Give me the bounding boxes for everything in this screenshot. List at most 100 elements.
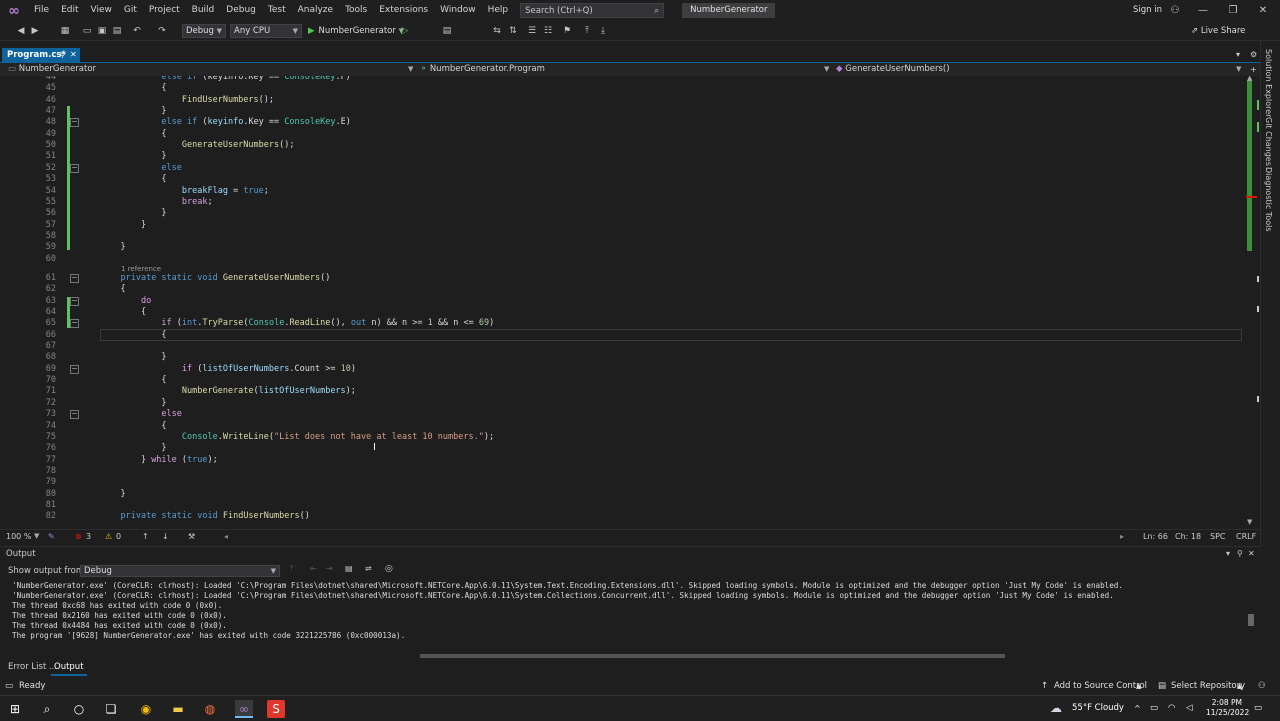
code-line[interactable]: private static void GenerateUserNumbers(… — [100, 273, 330, 283]
tab-output[interactable]: Output — [51, 660, 87, 676]
code-line[interactable]: } — [100, 208, 166, 218]
weather-text[interactable]: 55°F Cloudy — [1072, 696, 1124, 721]
code-line[interactable]: NumberGenerate(listOfUserNumbers); — [100, 386, 356, 396]
line-number[interactable]: 73 — [0, 409, 56, 419]
menu-item-debug[interactable]: Debug — [220, 0, 262, 21]
next-message-icon[interactable]: ⇥ — [326, 564, 333, 573]
menu-item-extensions[interactable]: Extensions — [373, 0, 434, 21]
code-line[interactable]: breakFlag = true; — [100, 186, 269, 196]
repository-arrow-icon[interactable]: ▲ — [1237, 677, 1242, 695]
line-number[interactable]: 74 — [0, 421, 56, 431]
output-source-select[interactable]: Debug ▼ — [80, 565, 280, 577]
scroll-left-icon[interactable]: ◂ — [224, 530, 228, 543]
save-icon[interactable]: ▣ — [95, 24, 109, 38]
code-line[interactable]: { — [100, 421, 166, 431]
fold-toggle-icon[interactable]: − — [70, 163, 79, 173]
live-share-button[interactable]: ⇗ Live Share — [1191, 24, 1245, 38]
code-line[interactable]: } — [100, 242, 125, 252]
column-indicator[interactable]: Ch: 18 — [1175, 530, 1201, 543]
step-over-icon[interactable]: ⇅ — [506, 24, 520, 38]
output-dropdown-icon[interactable]: ▾ — [1226, 549, 1230, 558]
minimize-button[interactable]: — — [1188, 0, 1218, 21]
code-line[interactable]: break; — [100, 197, 213, 207]
member-nav-arrow-icon[interactable]: ▼ — [1236, 63, 1241, 76]
line-number[interactable]: 55 — [0, 197, 56, 207]
line-number[interactable]: 75 — [0, 432, 56, 442]
line-number[interactable]: 48 — [0, 117, 56, 127]
firefox-icon[interactable]: ◍ — [201, 700, 219, 718]
wifi-icon[interactable]: ◠ — [1168, 696, 1175, 721]
network-icon[interactable]: ▭ — [1150, 696, 1158, 721]
line-number[interactable]: 45 — [0, 83, 56, 93]
line-number[interactable]: 78 — [0, 466, 56, 476]
zoom-dropdown-icon[interactable]: ▼ — [34, 530, 39, 543]
line-number[interactable]: 46 — [0, 95, 56, 105]
code-line[interactable]: else if (keyinfo.Key == ConsoleKey.F) — [100, 76, 350, 82]
prev-message-icon[interactable]: ⇤ — [310, 564, 317, 573]
back-icon[interactable]: ◀ — [14, 24, 28, 38]
redo-icon[interactable]: ↷ — [155, 24, 169, 38]
code-line[interactable]: } — [100, 398, 166, 408]
start-debugging-button[interactable]: ▶ NumberGenerator ▼ — [308, 24, 404, 38]
platform-select[interactable]: Any CPU ▼ — [230, 24, 302, 38]
code-line[interactable]: } — [100, 220, 146, 230]
line-number[interactable]: 44 — [0, 76, 56, 82]
code-line[interactable]: { — [100, 307, 146, 317]
open-folder-icon[interactable]: ▭ — [80, 24, 94, 38]
rail-solution-explorer[interactable]: Solution Explorer — [1264, 49, 1273, 117]
menu-item-project[interactable]: Project — [143, 0, 186, 21]
hot-reload-icon[interactable]: ▤ — [440, 24, 454, 38]
line-number[interactable]: 49 — [0, 129, 56, 139]
tab-program-cs[interactable]: Program.cs* ⚲ ✕ — [2, 48, 80, 62]
visual-studio-taskbar-icon[interactable]: ∞ — [235, 700, 253, 718]
code-line[interactable]: } — [100, 489, 125, 499]
close-tab-icon[interactable]: ✕ — [70, 48, 77, 62]
code-line[interactable]: } — [100, 151, 166, 161]
code-line[interactable]: { — [100, 375, 166, 385]
line-number[interactable]: 70 — [0, 375, 56, 385]
line-number[interactable]: 58 — [0, 231, 56, 241]
code-line[interactable]: { — [100, 129, 166, 139]
menu-item-tools[interactable]: Tools — [339, 0, 373, 21]
tray-overflow-icon[interactable]: ^ — [1134, 696, 1141, 721]
output-horizontal-scrollbar[interactable] — [420, 654, 1005, 658]
settings-gear-icon[interactable]: ⚙ — [1250, 48, 1257, 62]
bookmark-prev-icon[interactable]: ⤒ — [580, 24, 594, 38]
task-view-icon[interactable]: ❏ — [102, 700, 120, 718]
line-number[interactable]: 67 — [0, 341, 56, 351]
code-line[interactable]: } — [100, 106, 166, 116]
line-number[interactable]: 56 — [0, 208, 56, 218]
line-number[interactable]: 54 — [0, 186, 56, 196]
line-number[interactable]: 60 — [0, 254, 56, 264]
fold-toggle-icon[interactable]: − — [70, 364, 79, 374]
code-line[interactable]: Console.WriteLine("List does not have at… — [100, 432, 494, 442]
code-line[interactable]: else if (keyinfo.Key == ConsoleKey.E) — [100, 117, 350, 127]
line-number[interactable]: 81 — [0, 500, 56, 510]
whitespace-indicator[interactable]: SPC — [1210, 530, 1226, 543]
warning-count[interactable]: 0 — [116, 530, 121, 543]
line-number[interactable]: 50 — [0, 140, 56, 150]
line-number[interactable]: 52 — [0, 163, 56, 173]
menu-item-help[interactable]: Help — [482, 0, 515, 21]
pin-icon[interactable]: ⚲ — [60, 48, 65, 62]
app-s-icon[interactable]: S — [267, 700, 285, 718]
editor-vertical-scrollbar[interactable]: ▼ ▲ — [1243, 74, 1260, 529]
member-nav-dropdown[interactable]: ◆ GenerateUserNumbers() — [836, 63, 950, 76]
project-nav-dropdown[interactable]: ▭ NumberGenerator — [8, 63, 96, 76]
volume-icon[interactable]: ◁ — [1186, 696, 1193, 721]
line-number[interactable]: 57 — [0, 220, 56, 230]
fold-toggle-icon[interactable]: − — [70, 410, 79, 420]
select-repository[interactable]: Select Repository — [1171, 677, 1245, 695]
save-all-icon[interactable]: ▤ — [110, 24, 124, 38]
code-line[interactable]: do — [100, 296, 151, 306]
intellicode-icon[interactable]: ✎ — [48, 530, 55, 543]
bookmark-icon[interactable]: ⚑ — [560, 24, 574, 38]
step-icon[interactable]: ⇆ — [490, 24, 504, 38]
new-project-icon[interactable]: ▦ — [58, 24, 72, 38]
tab-list-dropdown-icon[interactable]: ▾ — [1236, 48, 1240, 62]
menu-item-git[interactable]: Git — [118, 0, 143, 21]
code-line[interactable]: } while (true); — [100, 455, 218, 465]
fold-toggle-icon[interactable]: − — [70, 118, 79, 128]
line-number[interactable]: 65 — [0, 318, 56, 328]
project-nav-arrow-icon[interactable]: ▼ — [408, 63, 413, 76]
